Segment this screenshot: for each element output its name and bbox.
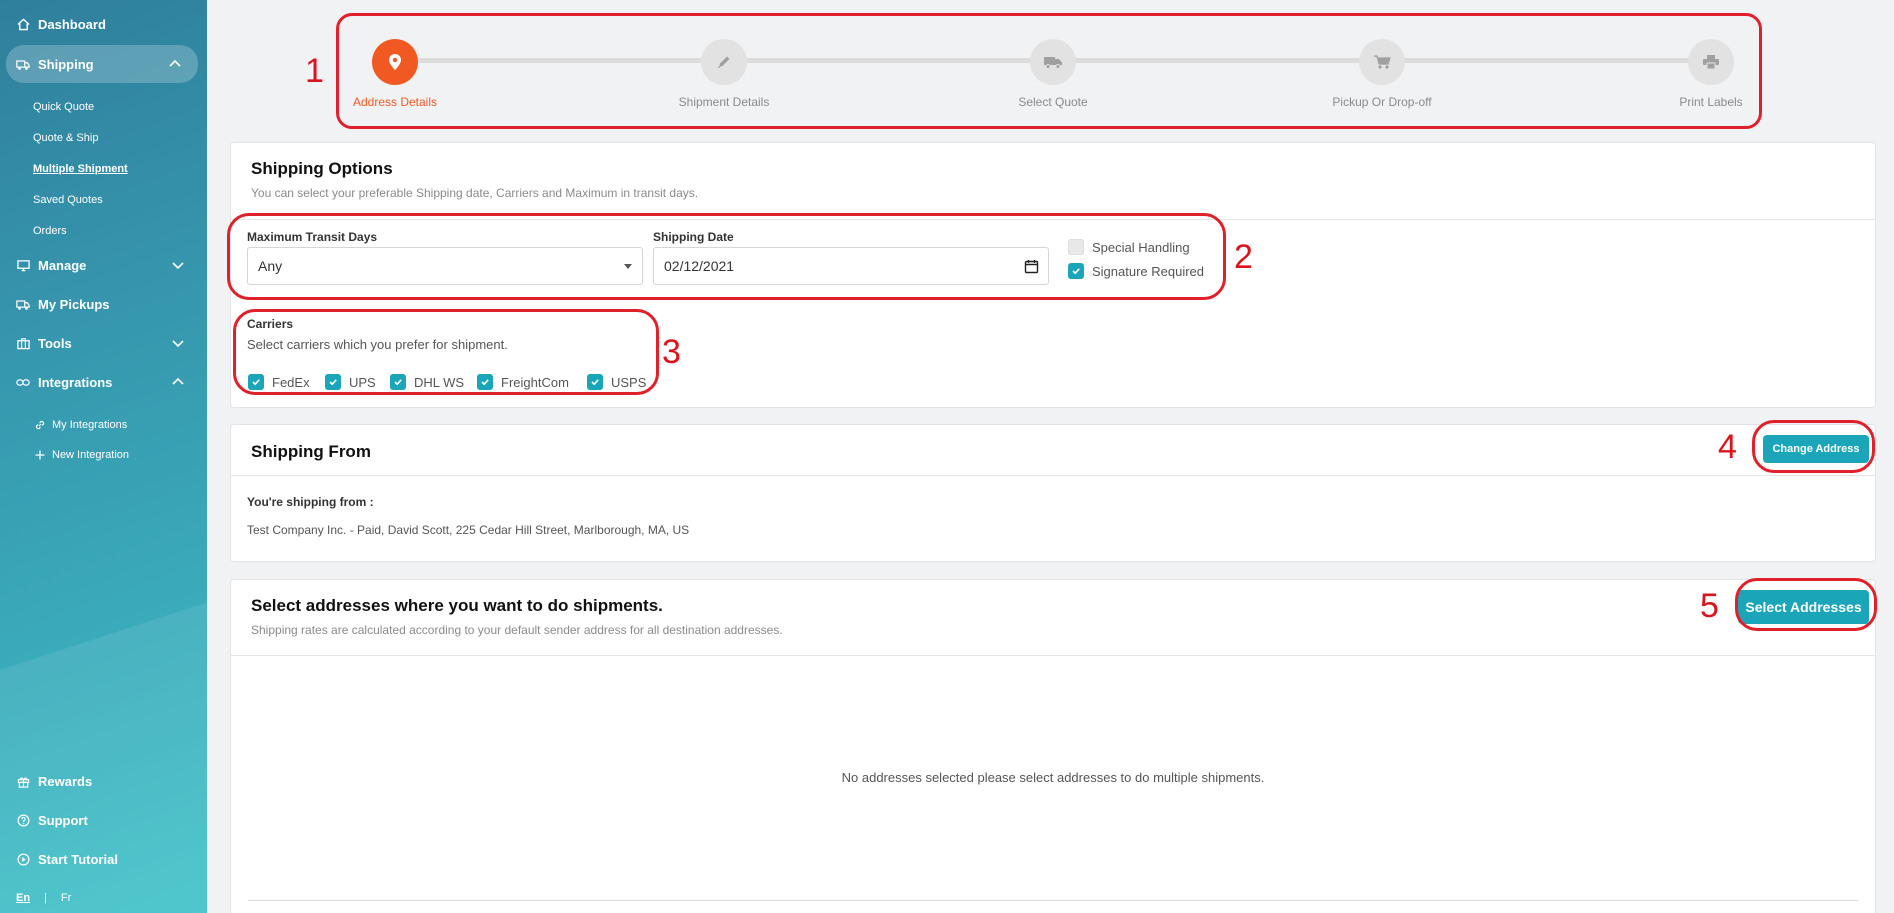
play-circle-icon [16, 852, 30, 866]
step-address-details[interactable]: Address Details [315, 39, 475, 109]
options-highlight-box [227, 213, 1226, 300]
cart-icon [1359, 39, 1405, 85]
map-pin-icon [372, 39, 418, 85]
sidebar: Dashboard Shipping Quick Quote Quote & S… [0, 0, 207, 913]
truck-icon [1030, 39, 1076, 85]
nav-tools[interactable]: Tools [0, 328, 207, 358]
divider [248, 900, 1858, 901]
carriers-highlight-box [233, 309, 659, 395]
chevron-up-icon[interactable] [171, 375, 185, 389]
empty-state-message: No addresses selected please select addr… [841, 770, 1265, 785]
divider [231, 475, 1875, 476]
truck-icon [16, 297, 30, 311]
step-label: Address Details [352, 95, 438, 109]
sidebar-item-orders[interactable]: Orders [33, 225, 67, 237]
select-addresses-subtitle: Shipping rates are calculated according … [251, 623, 783, 637]
sidebar-item-label: New Integration [52, 449, 130, 461]
nav-shipping-label: Shipping [38, 56, 94, 72]
step-label: Print Labels [1679, 95, 1743, 109]
shipping-options-title: Shipping Options [251, 159, 393, 178]
sidebar-item-quick-quote[interactable]: Quick Quote [33, 101, 94, 113]
sidebar-item-new-integration[interactable]: New Integration [34, 449, 129, 461]
gift-icon [16, 774, 30, 788]
language-switcher: En | Fr [16, 892, 71, 904]
pencil-icon [701, 39, 747, 85]
nav-tools-label: Tools [38, 335, 72, 351]
nav-integrations[interactable]: Integrations [0, 367, 207, 397]
annotation-5: 5 [1700, 587, 1719, 625]
sidebar-item-my-integrations[interactable]: My Integrations [34, 419, 127, 431]
step-label: Pickup Or Drop-off [1332, 95, 1432, 109]
link-icon [35, 420, 45, 430]
annotation-3: 3 [662, 333, 681, 371]
chevron-up-icon[interactable] [168, 57, 182, 71]
step-pickup-or-drop-off[interactable]: Pickup Or Drop-off [1302, 39, 1462, 109]
nav-rewards[interactable]: Rewards [0, 766, 207, 796]
step-print-labels[interactable]: Print Labels [1631, 39, 1791, 109]
lang-fr[interactable]: Fr [61, 892, 71, 904]
shipping-from-address: Test Company Inc. - Paid, David Scott, 2… [247, 523, 690, 537]
nav-start-tutorial[interactable]: Start Tutorial [0, 844, 207, 874]
nav-integrations-label: Integrations [38, 374, 113, 390]
nav-rewards-label: Rewards [38, 773, 93, 789]
nav-my-pickups-label: My Pickups [38, 296, 110, 312]
chevron-down-icon[interactable] [171, 336, 185, 350]
plus-icon [35, 450, 45, 460]
truck-icon [16, 57, 30, 71]
chevron-down-icon[interactable] [171, 258, 185, 272]
step-label: Shipment Details [678, 95, 770, 109]
sidebar-item-quote-ship[interactable]: Quote & Ship [33, 132, 98, 144]
sidebar-item-saved-quotes[interactable]: Saved Quotes [33, 194, 103, 206]
annotation-2: 2 [1234, 238, 1253, 276]
nav-manage-label: Manage [38, 257, 87, 273]
toolbox-icon [16, 336, 30, 350]
annotation-4: 4 [1718, 428, 1737, 466]
nav-dashboard[interactable]: Dashboard [0, 9, 207, 39]
nav-my-pickups[interactable]: My Pickups [0, 289, 207, 319]
change-address-highlight-box [1752, 420, 1875, 473]
shipping-from-card: Shipping From Change Address You're ship… [230, 424, 1876, 562]
nav-start-tutorial-label: Start Tutorial [38, 851, 118, 867]
shipping-from-label: You're shipping from : [247, 495, 374, 509]
step-label: Select Quote [1018, 95, 1088, 109]
monitor-icon [16, 258, 30, 272]
nav-shipping[interactable]: Shipping [6, 45, 198, 83]
step-select-quote[interactable]: Select Quote [973, 39, 1133, 109]
nav-dashboard-label: Dashboard [38, 16, 106, 32]
lang-separator: | [44, 892, 47, 904]
select-addresses-card: Select addresses where you want to do sh… [230, 579, 1876, 913]
divider [231, 655, 1875, 656]
printer-icon [1688, 39, 1734, 85]
lang-en[interactable]: En [16, 892, 30, 904]
shipping-from-title: Shipping From [251, 442, 371, 461]
step-shipment-details[interactable]: Shipment Details [644, 39, 804, 109]
help-icon [16, 813, 30, 827]
nav-support[interactable]: Support [0, 805, 207, 835]
sidebar-item-multiple-shipment[interactable]: Multiple Shipment [33, 163, 128, 175]
select-addresses-title: Select addresses where you want to do sh… [251, 596, 663, 615]
sidebar-item-label: My Integrations [52, 419, 128, 431]
nav-manage[interactable]: Manage [0, 250, 207, 280]
home-icon [16, 17, 30, 31]
select-addresses-highlight-box [1735, 578, 1877, 631]
nav-support-label: Support [38, 812, 88, 828]
shipping-options-subtitle: You can select your preferable Shipping … [251, 186, 699, 200]
link-icon [16, 375, 30, 389]
